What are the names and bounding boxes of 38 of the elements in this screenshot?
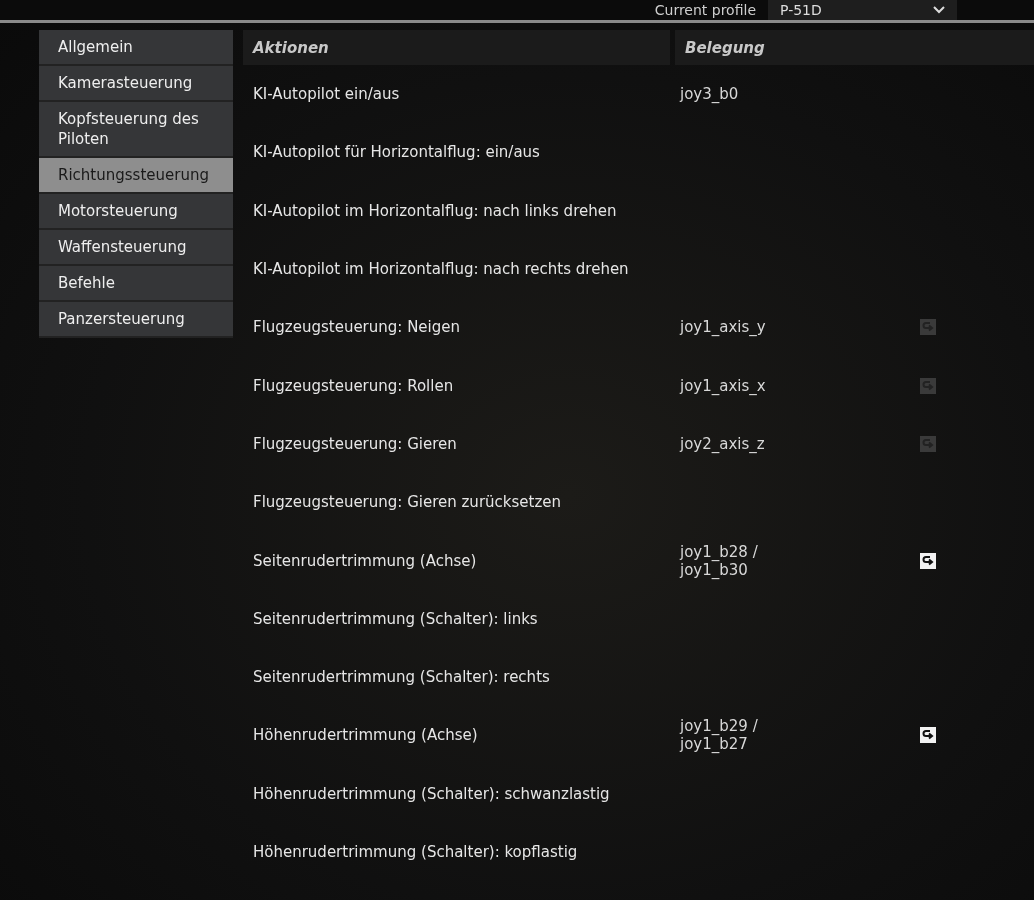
- sidebar-item[interactable]: Panzersteuerung: [39, 302, 233, 338]
- sidebar-item[interactable]: Kopfsteuerung des Piloten: [39, 102, 233, 158]
- profile-dropdown[interactable]: P-51D: [768, 0, 957, 20]
- action-label: Höhenrudertrimmung (Schalter): kopflastig: [253, 843, 578, 861]
- invert-toggle-icon[interactable]: [920, 319, 936, 336]
- action-label: KI-Autopilot ein/aus: [253, 85, 400, 104]
- action-label: Flugzeugsteuerung: Gieren zurücksetzen: [253, 493, 562, 512]
- binding-text: joy1_axis_x: [680, 376, 766, 395]
- sidebar-item[interactable]: Befehle: [39, 266, 233, 302]
- action-label: Seitenrudertrimmung (Achse): [253, 551, 477, 570]
- invert-toggle-icon[interactable]: [920, 377, 936, 394]
- invert-toggle-icon[interactable]: [920, 727, 936, 744]
- action-label: Seitenrudertrimmung (Schalter): rechts: [253, 668, 550, 687]
- action-label: Flugzeugsteuerung: Gieren: [253, 434, 457, 453]
- sidebar-item[interactable]: Motorsteuerung: [39, 194, 233, 230]
- binding-text: joy1_axis_y: [680, 318, 766, 337]
- profile-label: Current profile: [654, 2, 756, 18]
- action-label: Flugzeugsteuerung: Rollen: [253, 376, 454, 395]
- action-label: KI-Autopilot für Horizontalflug: ein/aus: [253, 143, 540, 162]
- action-label: KI-Autopilot im Horizontalflug: nach rechts drehen: [253, 260, 629, 279]
- sidebar-item[interactable]: Allgemein: [39, 30, 233, 66]
- action-label: Höhenrudertrimmung (Achse): [253, 726, 478, 745]
- binding-text: joy3_b0: [680, 85, 739, 104]
- column-header: Aktionen: [243, 30, 670, 65]
- binding-text: joy1_b28 / joy1_b30: [680, 542, 758, 579]
- chevron-down-icon: [933, 6, 945, 14]
- action-label: Seitenrudertrimmung (Schalter): links: [253, 609, 538, 628]
- invert-toggle-icon[interactable]: [920, 552, 936, 569]
- sidebar-item[interactable]: Waffensteuerung: [39, 230, 233, 266]
- column-header: Belegung: [675, 30, 1034, 65]
- action-label: Höhenrudertrimmung (Schalter): schwanzlastig: [253, 784, 610, 803]
- sidebar-item[interactable]: Richtungssteuerung: [39, 158, 233, 194]
- binding-text: joy1_b29 / joy1_b27: [680, 717, 758, 754]
- action-label: Flugzeugsteuerung: Neigen: [253, 318, 460, 337]
- sidebar-item[interactable]: Kamerasteuerung: [39, 66, 233, 102]
- binding-text: joy2_axis_z: [680, 434, 765, 453]
- invert-toggle-icon[interactable]: [920, 435, 936, 452]
- action-label: KI-Autopilot im Horizontalflug: nach links drehen: [253, 201, 617, 220]
